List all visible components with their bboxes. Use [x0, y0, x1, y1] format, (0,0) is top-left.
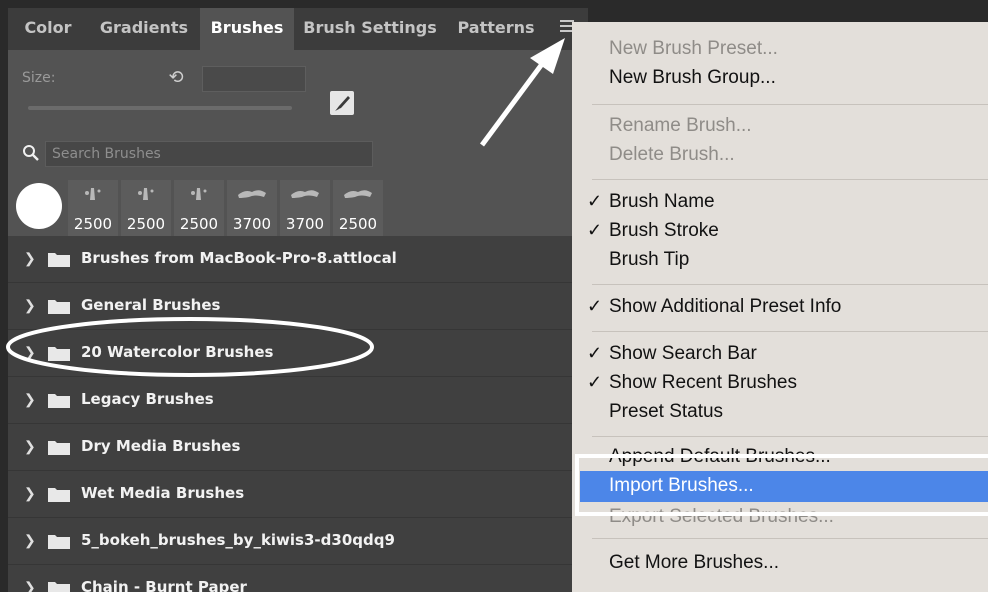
folder-icon — [48, 533, 70, 549]
brush-group-label: 20 Watercolor Brushes — [81, 343, 274, 361]
brush-group-label: 5_bokeh_brushes_by_kiwis3-d30qdq9 — [81, 531, 395, 549]
brush-group-label: Dry Media Brushes — [81, 437, 241, 455]
brush-stroke-icon — [237, 186, 267, 202]
brush-group-label: Brushes from MacBook-Pro-8.attlocal — [81, 249, 397, 267]
brush-size-label: 2500 — [126, 215, 166, 233]
chevron-right-icon[interactable]: ❯ — [24, 438, 36, 454]
brush-stroke-icon — [343, 186, 373, 202]
brush-group-row[interactable]: ❯ General Brushes — [8, 283, 588, 330]
menu-get-more-brushes[interactable]: Get More Brushes... — [609, 552, 779, 574]
recent-brushes: 2500 2500 2500 3700 3700 2500 — [8, 180, 588, 236]
menu-show-recent-brushes[interactable]: ✓ Show Recent Brushes — [587, 372, 797, 394]
folder-icon — [48, 486, 70, 502]
menu-brush-name-label: Brush Name — [609, 191, 715, 212]
search-icon — [22, 144, 40, 162]
brush-size-label: 3700 — [285, 215, 325, 233]
tab-brush-settings[interactable]: Brush Settings — [294, 8, 446, 50]
panel-tab-bar: Color Gradients Brushes Brush Settings P… — [8, 8, 588, 50]
menu-preset-status[interactable]: Preset Status — [609, 401, 723, 423]
menu-brush-stroke[interactable]: ✓ Brush Stroke — [587, 220, 719, 242]
chevron-right-icon[interactable]: ❯ — [24, 485, 36, 501]
folder-icon — [48, 392, 70, 408]
checkmark-icon: ✓ — [587, 220, 603, 240]
menu-brush-name[interactable]: ✓ Brush Name — [587, 191, 715, 213]
chevron-right-icon[interactable]: ❯ — [24, 344, 36, 360]
folder-icon — [48, 580, 70, 592]
checkmark-icon: ✓ — [587, 372, 603, 392]
size-label: Size: — [22, 70, 56, 86]
chevron-right-icon[interactable]: ❯ — [24, 579, 36, 592]
brush-group-row[interactable]: ❯ Chain - Burnt Paper — [8, 565, 588, 592]
recent-brush-6[interactable]: 2500 — [333, 180, 383, 236]
checkmark-icon: ✓ — [587, 343, 603, 363]
tab-color[interactable]: Color — [8, 8, 88, 50]
menu-separator — [592, 179, 988, 180]
recent-brush-2[interactable]: 2500 — [121, 180, 171, 236]
recent-brush-1[interactable]: 2500 — [68, 180, 118, 236]
tab-patterns[interactable]: Patterns — [446, 8, 546, 50]
menu-rename-brush[interactable]: Rename Brush... — [609, 115, 752, 137]
brush-group-label: Wet Media Brushes — [81, 484, 245, 502]
size-field[interactable] — [202, 66, 306, 92]
reset-icon[interactable]: ⟲ — [165, 66, 187, 88]
size-slider[interactable] — [28, 106, 292, 110]
brush-group-row[interactable]: ❯ Wet Media Brushes — [8, 471, 588, 518]
search-input[interactable]: Search Brushes — [45, 141, 373, 167]
recent-brush-4[interactable]: 3700 — [227, 180, 277, 236]
menu-show-search-bar[interactable]: ✓ Show Search Bar — [587, 343, 757, 365]
brush-size-label: 2500 — [338, 215, 378, 233]
menu-brush-stroke-label: Brush Stroke — [609, 220, 719, 241]
menu-additional-info-label: Show Additional Preset Info — [609, 296, 842, 317]
brush-group-row[interactable]: ❯ Dry Media Brushes — [8, 424, 588, 471]
folder-icon — [48, 345, 70, 361]
round-brush-preview[interactable] — [16, 183, 62, 229]
brush-group-row[interactable]: ❯ Legacy Brushes — [8, 377, 588, 424]
chevron-right-icon[interactable]: ❯ — [24, 391, 36, 407]
menu-separator — [592, 538, 988, 539]
brush-stroke-icon — [184, 186, 214, 202]
menu-separator — [592, 104, 988, 105]
brush-group-label: Chain - Burnt Paper — [81, 578, 247, 592]
checkmark-icon: ✓ — [587, 296, 603, 316]
brush-size-label: 2500 — [73, 215, 113, 233]
menu-separator — [592, 331, 988, 332]
brush-settings-icon[interactable] — [330, 91, 354, 115]
menu-new-brush-group[interactable]: New Brush Group... — [609, 67, 776, 89]
chevron-right-icon[interactable]: ❯ — [24, 250, 36, 266]
menu-search-bar-label: Show Search Bar — [609, 343, 757, 364]
menu-delete-brush[interactable]: Delete Brush... — [609, 144, 735, 166]
brush-stroke-icon — [290, 186, 320, 202]
recent-brush-3[interactable]: 2500 — [174, 180, 224, 236]
brush-stroke-icon — [131, 186, 161, 202]
brushes-panel: Color Gradients Brushes Brush Settings P… — [8, 8, 588, 592]
menu-separator — [592, 436, 988, 437]
brush-group-label: General Brushes — [81, 296, 221, 314]
brush-size-label: 3700 — [232, 215, 272, 233]
checkmark-icon: ✓ — [587, 191, 603, 211]
menu-brush-tip[interactable]: Brush Tip — [609, 249, 689, 271]
import-callout-box — [575, 454, 988, 516]
brush-group-row[interactable]: ❯ 5_bokeh_brushes_by_kiwis3-d30qdq9 — [8, 518, 588, 565]
brush-size-label: 2500 — [179, 215, 219, 233]
chevron-right-icon[interactable]: ❯ — [24, 532, 36, 548]
brush-stroke-icon — [78, 186, 108, 202]
folder-icon — [48, 439, 70, 455]
brush-group-label: Legacy Brushes — [81, 390, 214, 408]
menu-recent-label: Show Recent Brushes — [609, 372, 797, 393]
folder-icon — [48, 298, 70, 314]
brush-group-list: ❯ Brushes from MacBook-Pro-8.attlocal ❯ Gen… — [8, 236, 588, 592]
brush-group-row[interactable]: ❯ Brushes from MacBook-Pro-8.attlocal — [8, 236, 588, 283]
menu-show-additional-info[interactable]: ✓ Show Additional Preset Info — [587, 296, 842, 318]
menu-separator — [592, 284, 988, 285]
recent-brush-5[interactable]: 3700 — [280, 180, 330, 236]
tab-gradients[interactable]: Gradients — [88, 8, 200, 50]
brush-group-row[interactable]: ❯ 20 Watercolor Brushes — [8, 330, 588, 377]
chevron-right-icon[interactable]: ❯ — [24, 297, 36, 313]
menu-new-brush-preset[interactable]: New Brush Preset... — [609, 38, 778, 60]
folder-icon — [48, 251, 70, 267]
tab-brushes[interactable]: Brushes — [200, 8, 294, 50]
